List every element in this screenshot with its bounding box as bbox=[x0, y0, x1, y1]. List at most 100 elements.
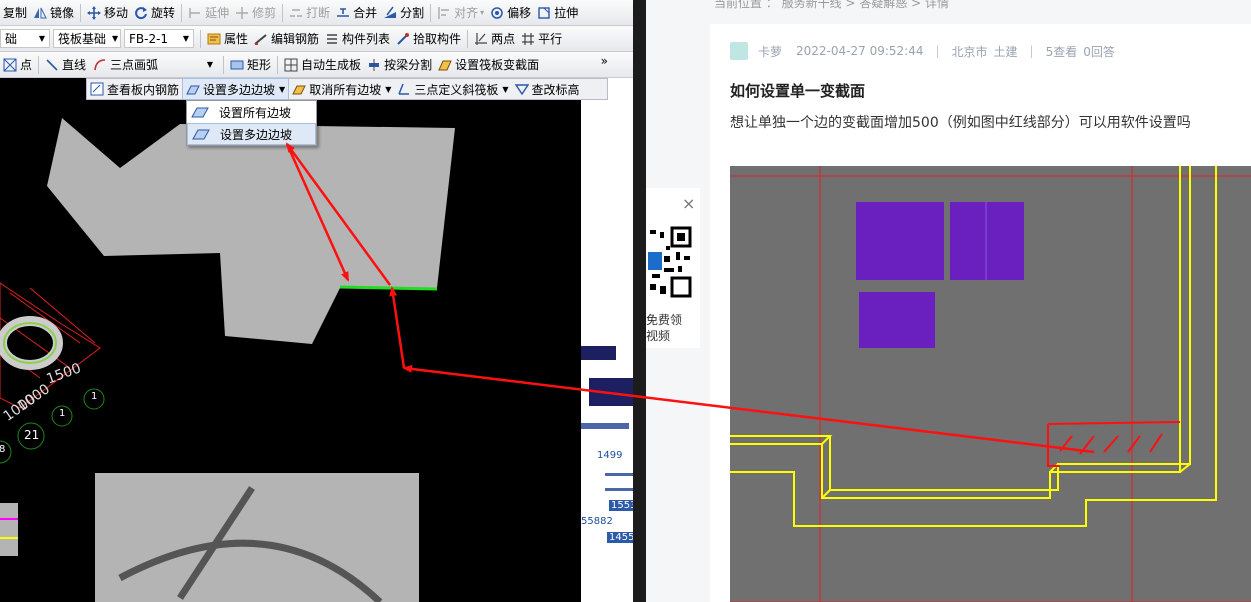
trim-button[interactable]: 修剪 bbox=[232, 2, 279, 24]
slope-icon bbox=[186, 85, 200, 95]
window-splitter[interactable] bbox=[633, 0, 646, 602]
grid-label-8: 8 bbox=[0, 444, 6, 455]
set-multi-slope-button[interactable]: 设置多边边坡 ▼ bbox=[182, 78, 290, 100]
side-panel-strip: 1499 1553 55882 1455 bbox=[581, 78, 633, 602]
element-name-select[interactable]: FB-2-1 ▼ bbox=[124, 29, 194, 48]
element-type-select[interactable]: 筏板基础 ▼ bbox=[53, 29, 121, 48]
raft-slab-shape bbox=[47, 118, 455, 344]
chevron-down-icon: ▼ bbox=[502, 84, 509, 94]
meta-separator: | bbox=[935, 44, 940, 58]
arc-icon bbox=[94, 58, 106, 70]
edit-rebar-button[interactable]: 编辑钢筋 bbox=[251, 28, 322, 50]
layer-select[interactable]: 础 ▼ bbox=[0, 29, 50, 48]
separator bbox=[38, 55, 40, 74]
chevron-down-icon: ▼ bbox=[38, 34, 45, 43]
element-name-value: FB-2-1 bbox=[129, 31, 169, 46]
qr-promo-text-1: 免费领 bbox=[646, 313, 683, 327]
point-button[interactable]: 点 bbox=[0, 54, 35, 76]
stretch-button[interactable]: 拉伸 bbox=[534, 2, 581, 24]
menu-item-label: 设置多边边坡 bbox=[220, 127, 293, 142]
align-button[interactable]: 对齐 ▾ bbox=[434, 2, 487, 24]
slope-icon bbox=[192, 129, 210, 140]
close-icon[interactable]: × bbox=[682, 194, 695, 213]
change-elevation-button[interactable]: 查改标高 bbox=[512, 78, 583, 100]
arc-mode-select[interactable]: 三点画弧 ▼ bbox=[89, 55, 217, 74]
point-label: 点 bbox=[20, 58, 33, 72]
separator bbox=[282, 3, 284, 22]
rotate-button[interactable]: 旋转 bbox=[131, 2, 178, 24]
trim-icon bbox=[236, 6, 249, 19]
cad-application: 复制 镜像 移动 旋转 延伸 修剪 打断 合并 分割 对齐 ▾ 偏移 拉伸 础 … bbox=[0, 0, 646, 602]
cancel-all-slope-label: 取消所有边坡 bbox=[309, 82, 382, 97]
pick-element-button[interactable]: 拾取构件 bbox=[393, 28, 464, 50]
mirror-button[interactable]: 镜像 bbox=[30, 2, 77, 24]
grid-label-1b: 1 bbox=[59, 408, 66, 419]
copy-button[interactable]: 复制 bbox=[0, 2, 30, 24]
meta-separator: | bbox=[1029, 44, 1034, 58]
stretch-label: 拉伸 bbox=[554, 6, 579, 20]
separator bbox=[467, 29, 469, 48]
question-meta: 卡萝 2022-04-27 09:52:44 | 北京市 土建 | 5查看 0回… bbox=[730, 42, 1115, 60]
side-value-3: 55882 bbox=[581, 516, 613, 527]
properties-button[interactable]: 属性 bbox=[204, 28, 251, 50]
stretch-icon bbox=[538, 6, 550, 19]
author-name[interactable]: 卡萝 bbox=[758, 43, 782, 60]
view-count: 5查看 bbox=[1045, 44, 1078, 59]
move-button[interactable]: 移动 bbox=[84, 2, 131, 24]
chevron-down-icon: ▼ bbox=[206, 60, 214, 69]
avatar[interactable] bbox=[730, 42, 748, 60]
break-button[interactable]: 打断 bbox=[286, 2, 333, 24]
layer-select-value: 础 bbox=[5, 32, 18, 46]
screenshot-root: 复制 镜像 移动 旋转 延伸 修剪 打断 合并 分割 对齐 ▾ 偏移 拉伸 础 … bbox=[0, 0, 1251, 602]
set-raft-section-button[interactable]: 设置筏板变截面 bbox=[435, 54, 542, 76]
set-multi-slope-label: 设置多边边坡 bbox=[203, 82, 276, 97]
canvas-drawing bbox=[0, 118, 455, 602]
extend-button[interactable]: 延伸 bbox=[185, 2, 232, 24]
toolbar-overflow-icon[interactable]: » bbox=[601, 54, 608, 68]
parallel-label: 平行 bbox=[538, 32, 563, 46]
rotate-icon bbox=[135, 6, 148, 19]
three-point-slope-label: 三点定义斜筏板 bbox=[414, 82, 499, 97]
offset-button[interactable]: 偏移 bbox=[487, 2, 534, 24]
side-value-4: 1455 bbox=[607, 532, 633, 543]
grid-label-21: 21 bbox=[24, 428, 40, 442]
menu-item-set-multi-slopes[interactable]: 设置多边边坡 bbox=[187, 123, 316, 145]
question-attachment-image[interactable] bbox=[730, 166, 1251, 602]
drawing-canvas[interactable]: 1 1 21 8 1500 1000 1000 bbox=[0, 78, 581, 602]
two-points-label: 两点 bbox=[491, 32, 516, 46]
three-point-slope-button[interactable]: 三点定义斜筏板 ▼ bbox=[394, 78, 511, 100]
auto-generate-slab-button[interactable]: 自动生成板 bbox=[281, 54, 364, 76]
qr-promo-panel: × 免费领 视频 bbox=[646, 188, 700, 348]
qr-promo-text-2: 视频 bbox=[646, 329, 671, 343]
elevation-icon bbox=[514, 84, 529, 96]
rect-button[interactable]: 矩形 bbox=[227, 54, 274, 76]
view-rebar-button[interactable]: 查看板内钢筋 bbox=[87, 78, 182, 100]
line-button[interactable]: 直线 bbox=[42, 54, 89, 76]
separator bbox=[277, 55, 279, 74]
grid-icon bbox=[284, 58, 298, 71]
offset-icon bbox=[491, 6, 503, 19]
rect-icon bbox=[230, 60, 244, 69]
two-points-button[interactable]: 两点 bbox=[471, 28, 518, 50]
element-list-button[interactable]: 构件列表 bbox=[322, 28, 393, 50]
edit-toolbar: 复制 镜像 移动 旋转 延伸 修剪 打断 合并 分割 对齐 ▾ 偏移 拉伸 bbox=[0, 0, 646, 26]
line-icon bbox=[46, 58, 58, 71]
separator bbox=[80, 3, 82, 22]
offset-label: 偏移 bbox=[507, 6, 532, 20]
question-title: 如何设置单一变截面 bbox=[730, 82, 866, 100]
slope-icon bbox=[191, 107, 209, 118]
cancel-all-slope-button[interactable]: 取消所有边坡 ▼ bbox=[289, 78, 394, 100]
menu-item-set-all-slopes[interactable]: 设置所有边坡 bbox=[187, 101, 316, 123]
highlighted-section bbox=[1047, 421, 1181, 467]
split-button[interactable]: 分割 bbox=[380, 2, 427, 24]
separator bbox=[200, 29, 201, 48]
split-by-beam-button[interactable]: 按梁分割 bbox=[364, 54, 435, 76]
split-by-beam-icon bbox=[369, 58, 380, 71]
copy-label: 复制 bbox=[3, 6, 28, 20]
set-raft-section-label: 设置筏板变截面 bbox=[455, 58, 540, 72]
list-icon bbox=[327, 33, 338, 44]
merge-button[interactable]: 合并 bbox=[333, 2, 380, 24]
parallel-button[interactable]: 平行 bbox=[518, 28, 565, 50]
split-label: 分割 bbox=[400, 6, 425, 20]
separator bbox=[430, 3, 432, 22]
